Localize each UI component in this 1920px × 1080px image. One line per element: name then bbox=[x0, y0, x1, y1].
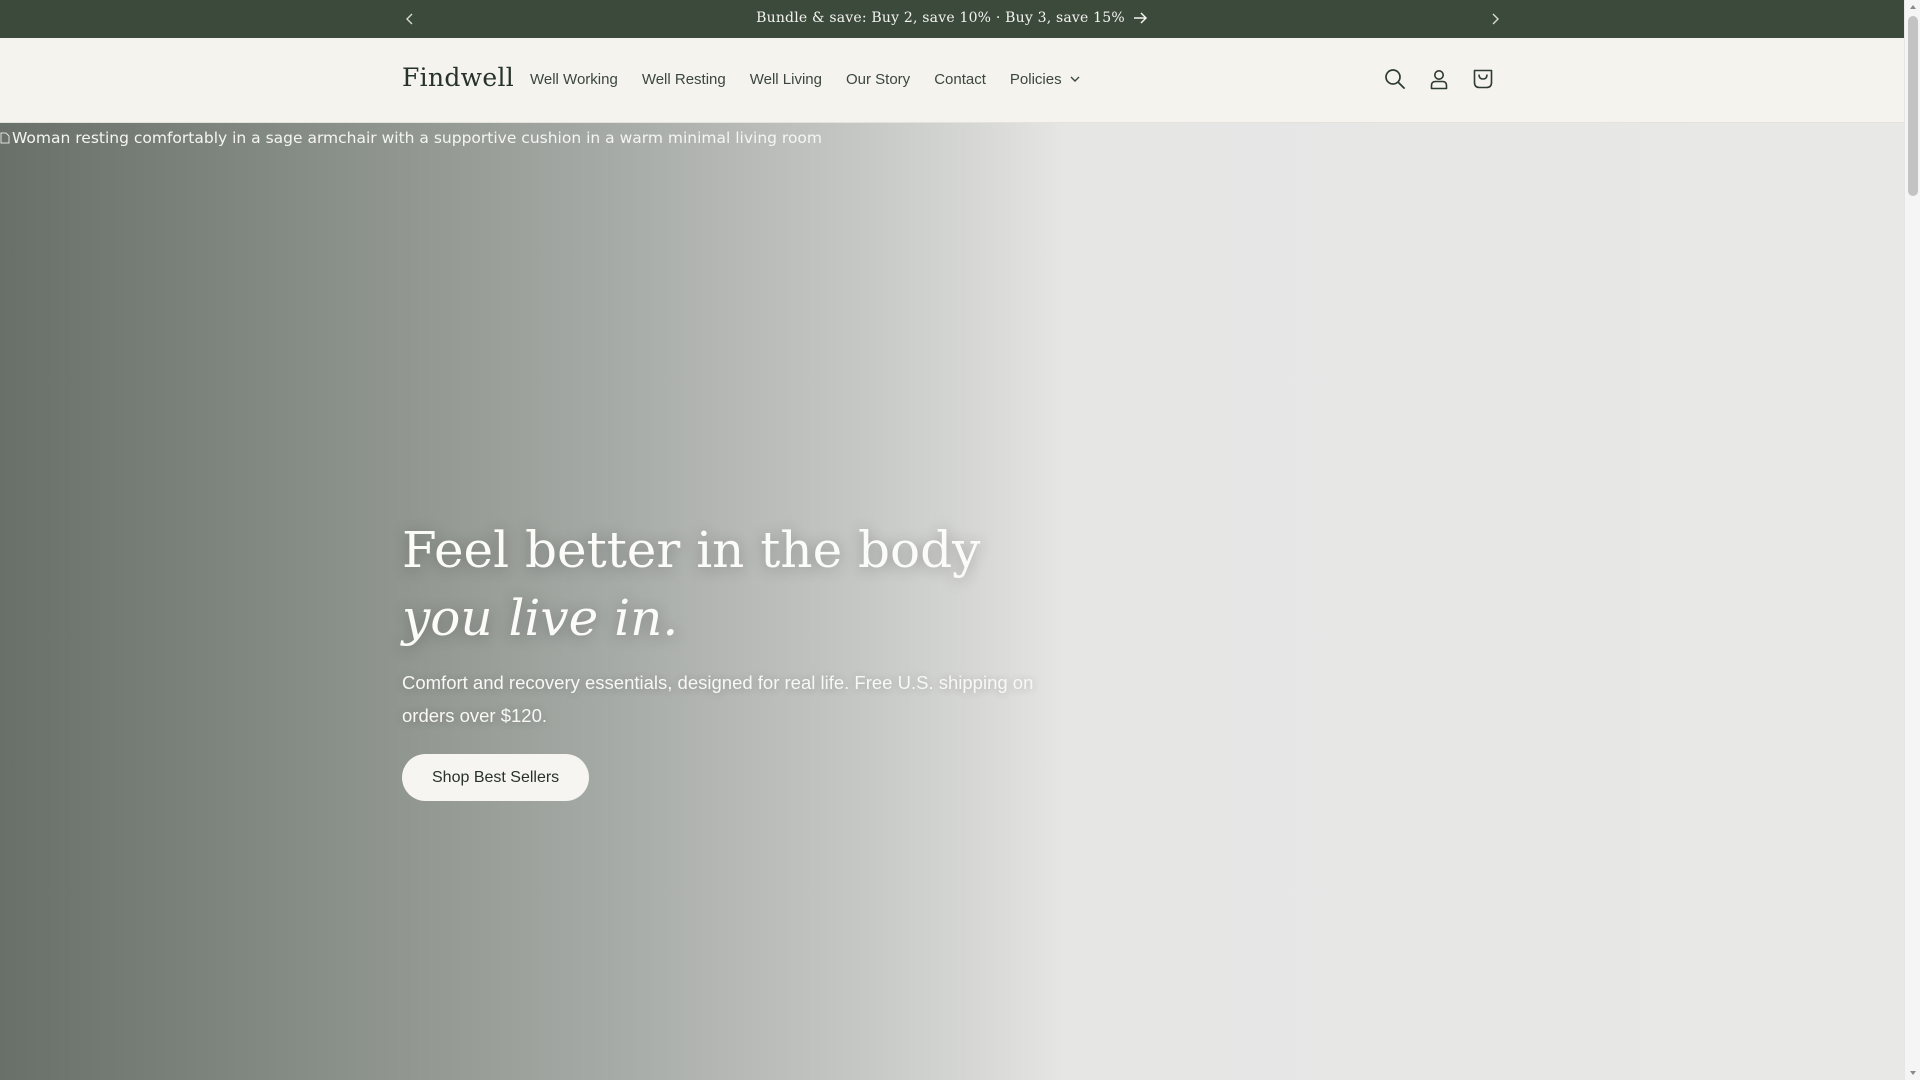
nav-contact[interactable]: Contact bbox=[934, 71, 986, 88]
nav-policies-dropdown[interactable]: Policies bbox=[1010, 71, 1080, 88]
search-button[interactable] bbox=[1383, 67, 1407, 91]
cart-icon bbox=[1473, 69, 1493, 89]
nav-our-story[interactable]: Our Story bbox=[846, 71, 910, 88]
page-scrollbar[interactable] bbox=[1904, 0, 1920, 1080]
triangle-down-icon bbox=[1910, 1071, 1916, 1075]
scroll-up-button[interactable] bbox=[1905, 0, 1920, 14]
triangle-up-icon bbox=[1910, 5, 1916, 9]
arrow-right-icon bbox=[1133, 12, 1147, 24]
account-button[interactable] bbox=[1427, 67, 1451, 91]
hero-content: Feel better in the body you live in. Com… bbox=[402, 516, 1062, 801]
scroll-thumb[interactable] bbox=[1908, 16, 1918, 196]
hero-subtitle: Comfort and recovery essentials, designe… bbox=[402, 672, 1034, 726]
announcement-next-button[interactable] bbox=[1483, 7, 1507, 31]
header-actions bbox=[1383, 67, 1495, 91]
account-icon bbox=[1430, 70, 1448, 90]
hero-heading-italic: you live in. bbox=[402, 589, 679, 647]
site-logo[interactable]: Findwell bbox=[402, 63, 514, 92]
cart-button[interactable] bbox=[1471, 67, 1495, 91]
hero-heading-plain: Feel better in the body bbox=[402, 521, 981, 579]
search-icon bbox=[1385, 69, 1405, 89]
chevron-down-icon bbox=[1070, 76, 1080, 82]
nav-policies-label: Policies bbox=[1009, 71, 1062, 88]
chevron-right-icon bbox=[1492, 13, 1499, 25]
announcement-bar: Bundle & save: Buy 2, save 10% · Buy 3, … bbox=[0, 0, 1904, 38]
hero-heading: Feel better in the body you live in. bbox=[402, 516, 1062, 652]
broken-image-icon bbox=[0, 132, 10, 144]
scroll-down-button[interactable] bbox=[1905, 1066, 1920, 1080]
announcement-message[interactable]: Bundle & save: Buy 2, save 10% · Buy 3, … bbox=[0, 10, 1904, 26]
shop-best-sellers-button[interactable]: Shop Best Sellers bbox=[402, 754, 590, 801]
nav-well-resting[interactable]: Well Resting bbox=[642, 71, 726, 88]
page: Bundle & save: Buy 2, save 10% · Buy 3, … bbox=[0, 0, 1904, 1080]
site-header: Findwell Well Working Well Resting Well … bbox=[0, 38, 1904, 123]
hero-banner: Woman resting comfortably in a sage armc… bbox=[0, 123, 1904, 1080]
hero-image: Woman resting comfortably in a sage armc… bbox=[0, 129, 822, 147]
announcement-text: Bundle & save: Buy 2, save 10% · Buy 3, … bbox=[756, 10, 1125, 26]
hero-image-alt-text: Woman resting comfortably in a sage armc… bbox=[12, 129, 823, 147]
nav-well-living[interactable]: Well Living bbox=[750, 71, 822, 88]
nav-well-working[interactable]: Well Working bbox=[530, 71, 618, 88]
main-nav: Well Working Well Resting Well Living Ou… bbox=[530, 71, 1104, 88]
